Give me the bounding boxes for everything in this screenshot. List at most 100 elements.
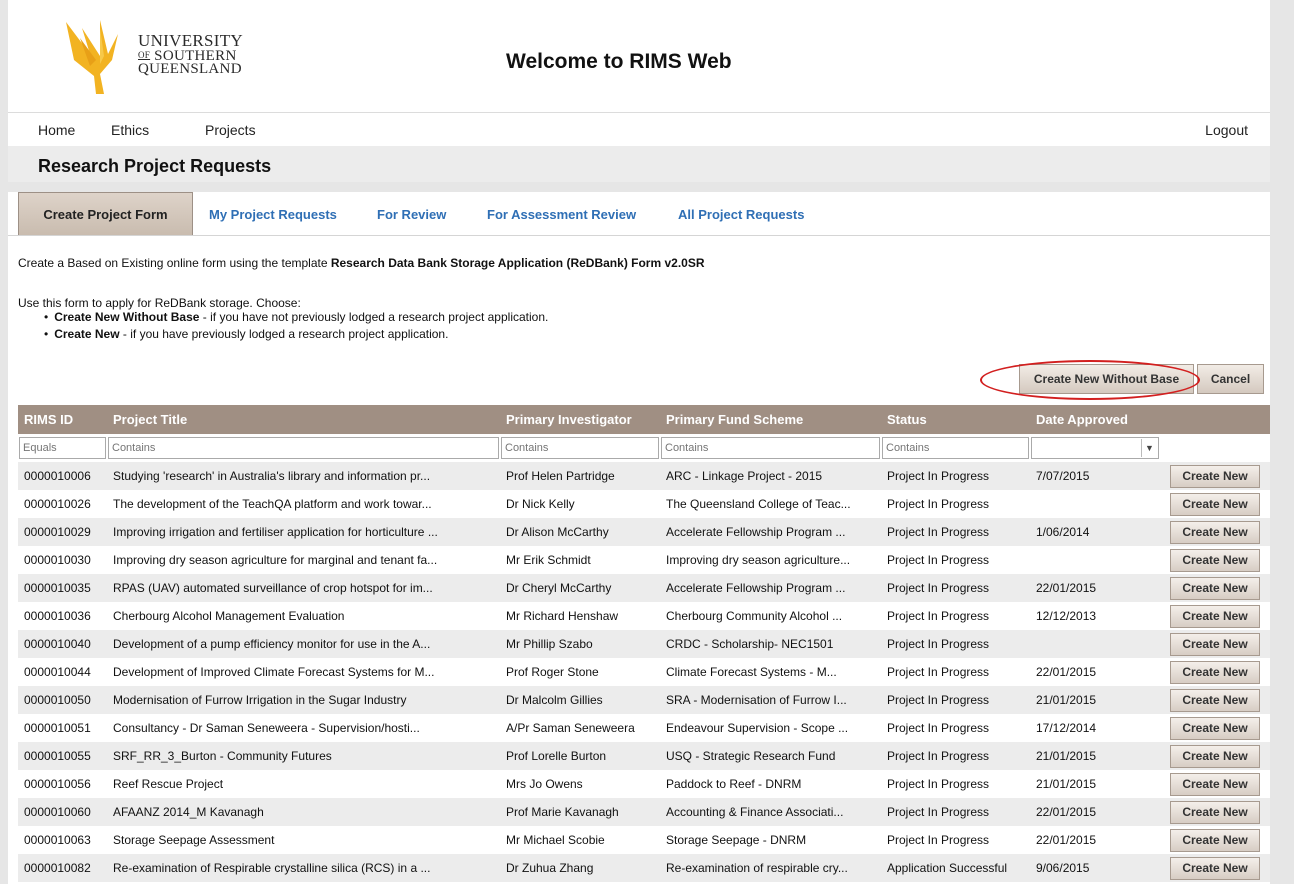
filter-status-input[interactable] [882, 437, 1029, 459]
cell-primary-investigator: Mr Michael Scobie [500, 826, 660, 854]
template-name: Research Data Bank Storage Application (… [330, 256, 705, 270]
project-requests-table: RIMS ID Project Title Primary Investigat… [18, 405, 1270, 882]
cell-date-approved: 9/06/2015 [1030, 854, 1160, 882]
create-new-button[interactable]: Create New [1170, 464, 1260, 488]
option-description: - if you have previously lodged a resear… [119, 327, 449, 341]
cell-rims-id: 0000010035 [18, 574, 107, 602]
cell-primary-fund-scheme: USQ - Strategic Research Fund [660, 742, 881, 770]
cell-project-title: Re-examination of Respirable crystalline… [107, 854, 500, 882]
cell-status: Project In Progress [881, 490, 1030, 518]
column-header-project-title[interactable]: Project Title [107, 405, 500, 434]
tab-for-assessment-review[interactable]: For Assessment Review [487, 207, 636, 222]
create-new-button[interactable]: Create New [1170, 716, 1260, 740]
create-new-button[interactable]: Create New [1170, 604, 1260, 628]
cell-actions: Create New [1160, 770, 1270, 798]
option-name: Create New Without Base [54, 310, 200, 324]
cell-project-title: The development of the TeachQA platform … [107, 490, 500, 518]
cell-actions: Create New [1160, 686, 1270, 714]
cell-primary-investigator: Dr Alison McCarthy [500, 518, 660, 546]
cell-actions: Create New [1160, 462, 1270, 490]
cell-status: Project In Progress [881, 602, 1030, 630]
cell-date-approved: 1/06/2014 [1030, 518, 1160, 546]
nav-logout[interactable]: Logout [1205, 122, 1248, 138]
cell-status: Project In Progress [881, 574, 1030, 602]
cell-date-approved: 22/01/2015 [1030, 574, 1160, 602]
cell-project-title: Development of Improved Climate Forecast… [107, 658, 500, 686]
cell-actions: Create New [1160, 630, 1270, 658]
cell-project-title: Improving irrigation and fertiliser appl… [107, 518, 500, 546]
column-header-status[interactable]: Status [881, 405, 1030, 434]
create-new-button[interactable]: Create New [1170, 744, 1260, 768]
cell-status: Project In Progress [881, 546, 1030, 574]
nav-ethics[interactable]: Ethics [111, 122, 149, 138]
chevron-down-icon: ▼ [1141, 439, 1157, 457]
table-row: 0000010040 Development of a pump efficien… [18, 630, 1270, 658]
cell-status: Project In Progress [881, 826, 1030, 854]
cell-rims-id: 0000010029 [18, 518, 107, 546]
cell-status: Project In Progress [881, 462, 1030, 490]
cell-date-approved: 21/01/2015 [1030, 770, 1160, 798]
tab-for-review[interactable]: For Review [377, 207, 446, 222]
cell-date-approved: 21/01/2015 [1030, 742, 1160, 770]
column-header-primary-fund-scheme[interactable]: Primary Fund Scheme [660, 405, 881, 434]
tab-all-project-requests[interactable]: All Project Requests [678, 207, 804, 222]
create-new-button[interactable]: Create New [1170, 856, 1260, 880]
cell-rims-id: 0000010060 [18, 798, 107, 826]
cell-status: Project In Progress [881, 742, 1030, 770]
create-new-button[interactable]: Create New [1170, 688, 1260, 712]
cell-project-title: Development of a pump efficiency monitor… [107, 630, 500, 658]
tab-create-project-form[interactable]: Create Project Form [18, 192, 193, 235]
create-new-button[interactable]: Create New [1170, 632, 1260, 656]
create-new-button[interactable]: Create New [1170, 772, 1260, 796]
create-new-button[interactable]: Create New [1170, 576, 1260, 600]
filter-fund-scheme-input[interactable] [661, 437, 880, 459]
cell-status: Project In Progress [881, 714, 1030, 742]
create-new-without-base-button[interactable]: Create New Without Base [1019, 364, 1194, 394]
cell-project-title: RPAS (UAV) automated surveillance of cro… [107, 574, 500, 602]
cell-primary-fund-scheme: Accelerate Fellowship Program ... [660, 574, 881, 602]
cell-actions: Create New [1160, 546, 1270, 574]
cell-date-approved: 22/01/2015 [1030, 798, 1160, 826]
create-new-button[interactable]: Create New [1170, 548, 1260, 572]
nav-home[interactable]: Home [38, 122, 75, 138]
cell-actions: Create New [1160, 714, 1270, 742]
cell-status: Project In Progress [881, 658, 1030, 686]
create-new-button[interactable]: Create New [1170, 800, 1260, 824]
column-header-date-approved[interactable]: Date Approved [1030, 405, 1160, 434]
cell-actions: Create New [1160, 574, 1270, 602]
create-new-button[interactable]: Create New [1170, 828, 1260, 852]
table-row: 0000010035 RPAS (UAV) automated surveilla… [18, 574, 1270, 602]
create-new-button[interactable]: Create New [1170, 660, 1260, 684]
filter-project-title-input[interactable] [108, 437, 499, 459]
cell-primary-fund-scheme: Climate Forecast Systems - M... [660, 658, 881, 686]
cell-primary-investigator: Dr Nick Kelly [500, 490, 660, 518]
cell-project-title: Reef Rescue Project [107, 770, 500, 798]
cancel-button[interactable]: Cancel [1197, 364, 1264, 394]
cell-primary-investigator: Mrs Jo Owens [500, 770, 660, 798]
cell-primary-fund-scheme: Endeavour Supervision - Scope ... [660, 714, 881, 742]
filter-rims-id-input[interactable] [19, 437, 106, 459]
nav-projects[interactable]: Projects [205, 122, 256, 138]
cell-project-title: Storage Seepage Assessment [107, 826, 500, 854]
banner: UNIVERSITY OF SOUTHERN QUEENSLAND Welcom… [8, 0, 1270, 112]
cell-status: Project In Progress [881, 630, 1030, 658]
table-row: 0000010030 Improving dry season agricultu… [18, 546, 1270, 574]
filter-investigator-input[interactable] [501, 437, 659, 459]
cell-primary-investigator: A/Pr Saman Seneweera [500, 714, 660, 742]
cell-date-approved: 7/07/2015 [1030, 462, 1160, 490]
create-new-button[interactable]: Create New [1170, 492, 1260, 516]
cell-date-approved [1030, 490, 1160, 518]
cell-rims-id: 0000010006 [18, 462, 107, 490]
create-new-button[interactable]: Create New [1170, 520, 1260, 544]
cell-date-approved [1030, 630, 1160, 658]
table-header-row: RIMS ID Project Title Primary Investigat… [18, 405, 1270, 434]
tab-my-project-requests[interactable]: My Project Requests [209, 207, 337, 222]
cell-actions: Create New [1160, 826, 1270, 854]
cell-status: Project In Progress [881, 518, 1030, 546]
column-header-primary-investigator[interactable]: Primary Investigator [500, 405, 660, 434]
column-header-rims-id[interactable]: RIMS ID [18, 405, 107, 434]
cell-rims-id: 0000010056 [18, 770, 107, 798]
cell-actions: Create New [1160, 658, 1270, 686]
filter-date-approved-select[interactable]: ▼ [1031, 437, 1159, 459]
page: UNIVERSITY OF SOUTHERN QUEENSLAND Welcom… [8, 0, 1270, 884]
